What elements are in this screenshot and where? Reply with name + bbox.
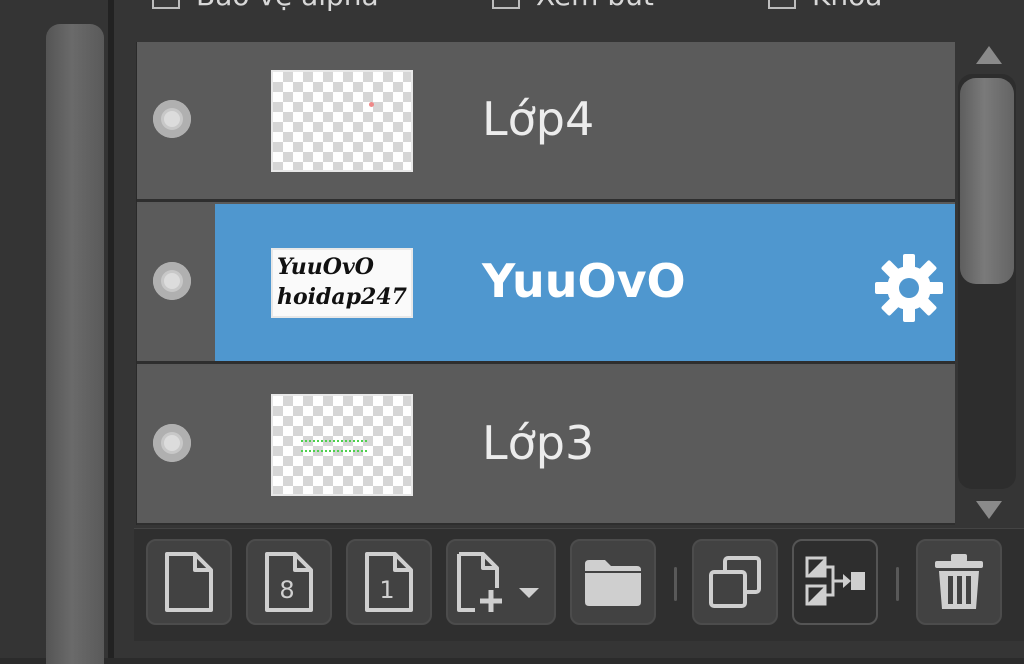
thumbnail-text-line: YuuOvO	[277, 254, 374, 280]
lock-checkbox[interactable]	[768, 0, 796, 9]
duplicate-layer-button[interactable]	[692, 539, 778, 625]
page-plus-dropdown-icon	[457, 552, 539, 612]
thumbnail-stroke	[369, 102, 374, 107]
new-8bit-layer-button[interactable]: 8	[246, 539, 332, 625]
layer-row[interactable]: Lớp3	[137, 366, 955, 525]
merge-down-icon	[805, 556, 865, 606]
new-1bit-layer-button[interactable]: 1	[346, 539, 432, 625]
alpha-protect-checkbox[interactable]	[152, 0, 180, 9]
layer-visibility-toggle[interactable]	[153, 100, 191, 138]
layer-thumbnail: YuuOvO hoidap247	[271, 248, 413, 318]
layer-thumbnail	[271, 394, 413, 496]
scroll-down-arrow-icon[interactable]	[976, 501, 1002, 519]
layer-name: YuuOvO	[482, 254, 686, 308]
layer-toolbar: 8 1	[134, 528, 1024, 641]
trash-icon	[935, 554, 983, 609]
new-folder-button[interactable]	[570, 539, 656, 625]
layer-name: Lớp4	[482, 92, 595, 146]
scroll-thumb[interactable]	[960, 78, 1014, 284]
layer-thumbnail	[271, 70, 413, 172]
view-pen-label: Xem bút	[536, 0, 654, 12]
left-scrollbar-thumb[interactable]	[46, 24, 104, 664]
toolbar-separator	[896, 567, 899, 601]
layer-visibility-toggle[interactable]	[153, 424, 191, 462]
alpha-protect-option[interactable]: Bảo vệ alpha	[152, 0, 379, 12]
delete-layer-button[interactable]	[916, 539, 1002, 625]
thumbnail-text: YuuOvO hoidap247	[273, 250, 411, 316]
layer-name: Lớp3	[482, 416, 595, 470]
add-layer-menu-button[interactable]	[446, 539, 556, 625]
layer-row-selected[interactable]: YuuOvO hoidap247 YuuOvO	[137, 204, 955, 364]
lock-option[interactable]: Khóa	[768, 0, 882, 12]
layer-list-scrollbar[interactable]	[956, 42, 1022, 525]
thumbnail-stroke	[301, 440, 367, 452]
layer-list: Lớp4 YuuOvO hoidap247 YuuOvO Lớp3	[136, 42, 955, 525]
layer-visibility-toggle[interactable]	[153, 262, 191, 300]
view-pen-checkbox[interactable]	[492, 0, 520, 9]
layer-row[interactable]: Lớp4	[137, 42, 955, 202]
view-pen-option[interactable]: Xem bút	[492, 0, 654, 12]
new-raster-layer-button[interactable]	[146, 539, 232, 625]
folder-icon	[585, 560, 641, 606]
layer-settings-gear-icon[interactable]	[873, 252, 945, 324]
page-8-label: 8	[279, 576, 294, 604]
thumbnail-text-line: hoidap247	[277, 284, 407, 310]
merge-down-button[interactable]	[792, 539, 878, 625]
scroll-up-arrow-icon[interactable]	[976, 46, 1002, 64]
page-8-icon: 8	[265, 552, 313, 612]
alpha-protect-label: Bảo vệ alpha	[196, 0, 379, 12]
new-page-icon	[165, 552, 213, 612]
lock-label: Khóa	[812, 0, 882, 12]
duplicate-icon	[709, 556, 761, 608]
toolbar-separator	[674, 567, 677, 601]
page-1-label: 1	[379, 576, 394, 604]
page-1-icon: 1	[365, 552, 413, 612]
